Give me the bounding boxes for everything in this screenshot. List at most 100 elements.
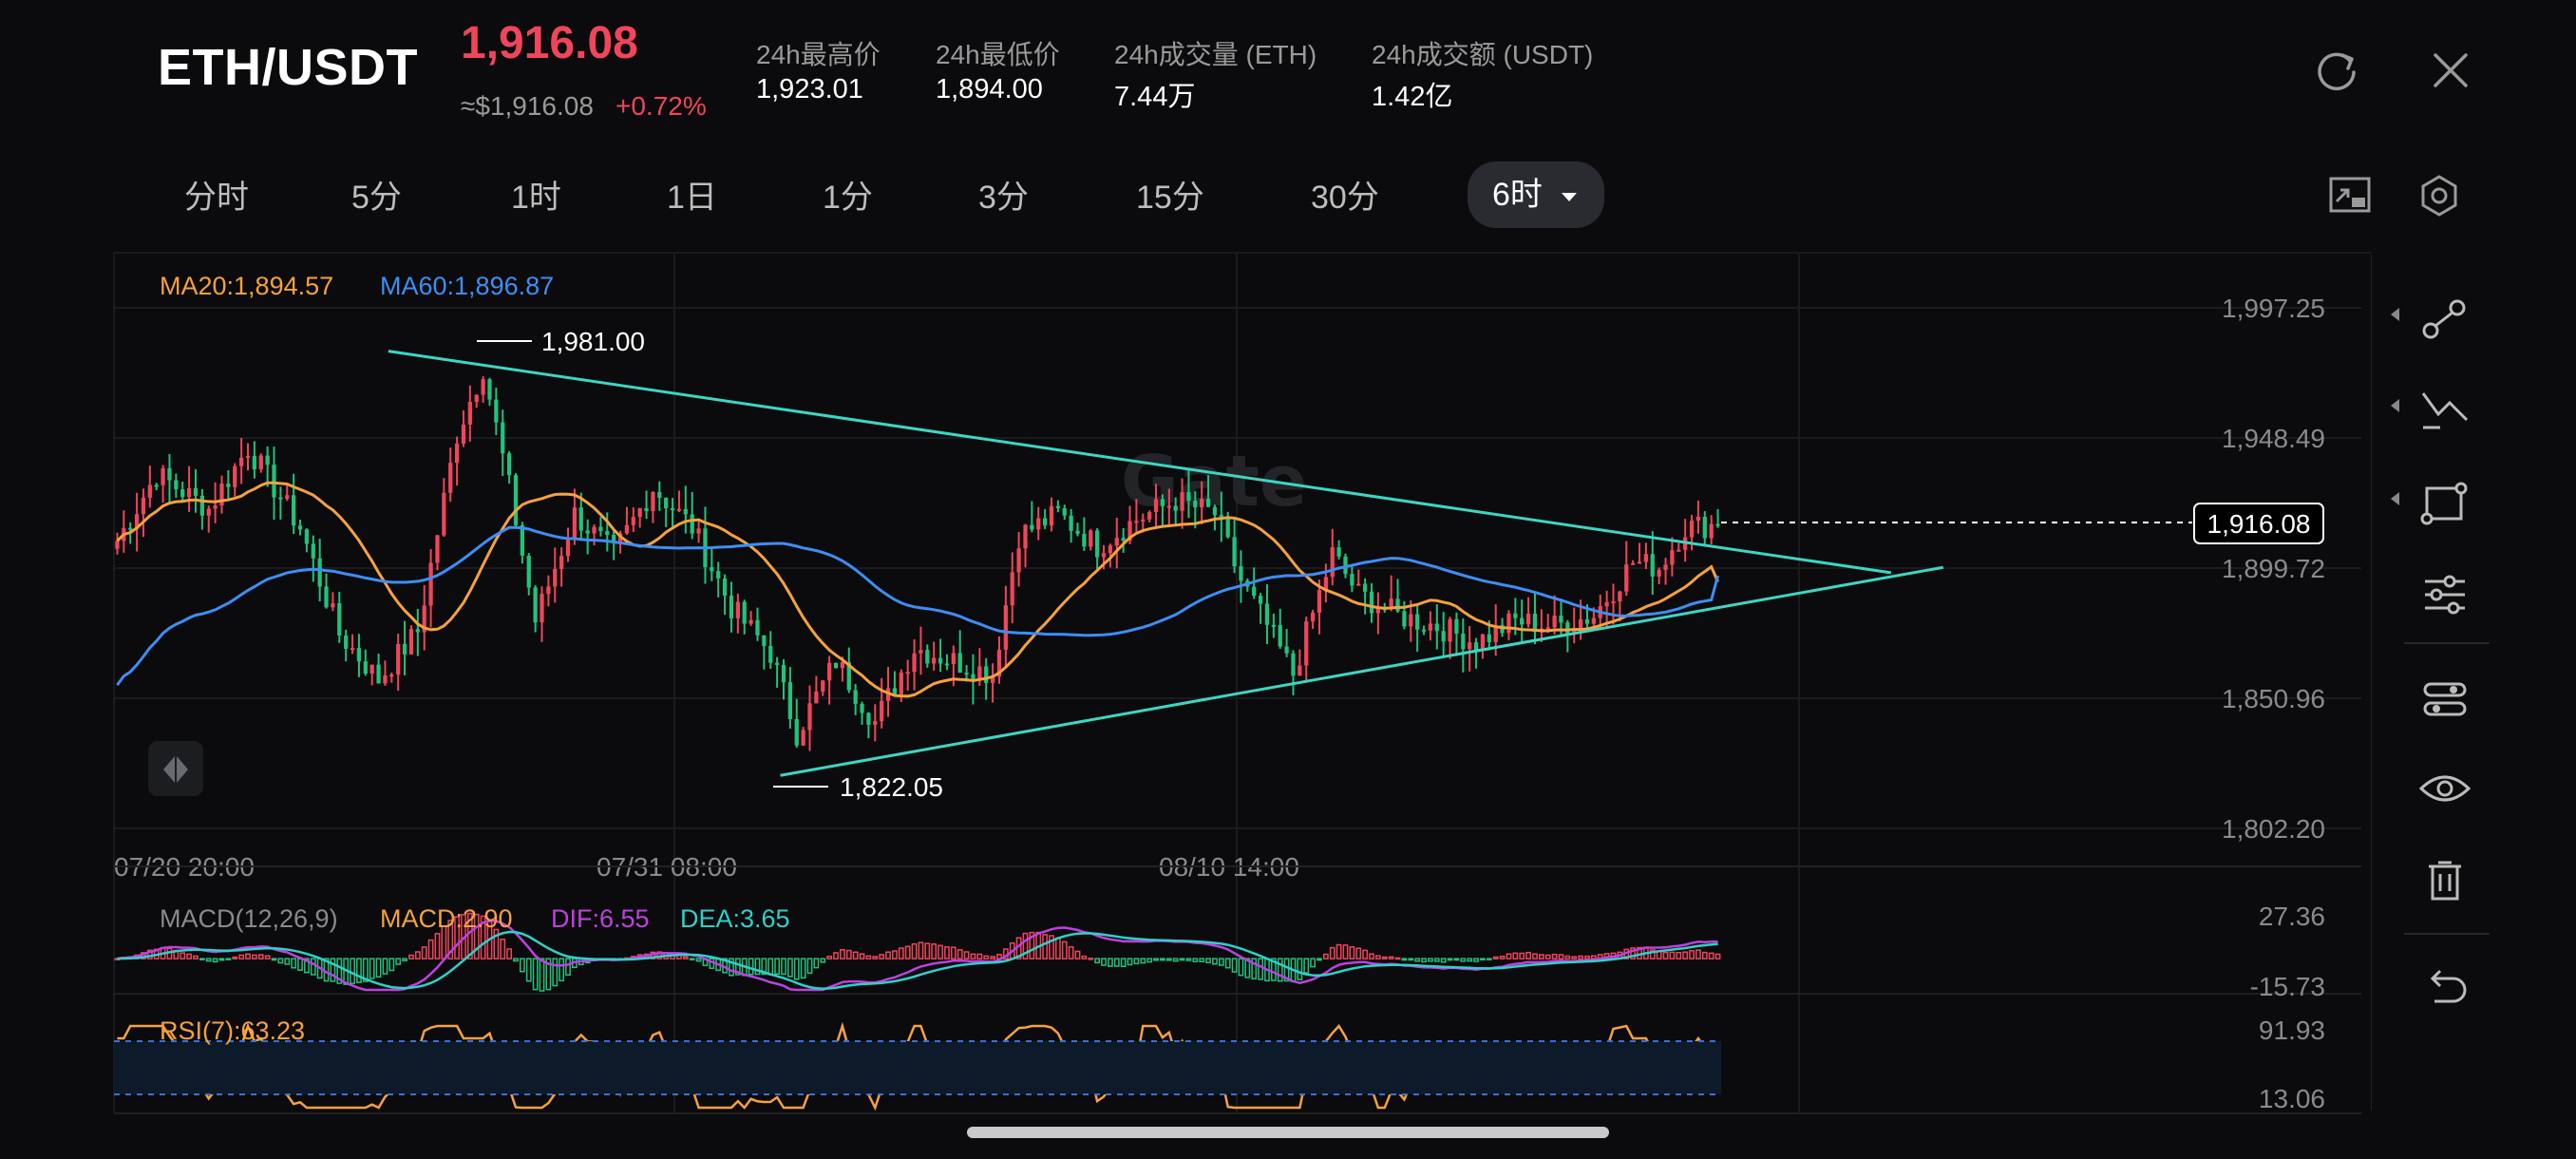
candle-body bbox=[1291, 653, 1296, 676]
trash-icon[interactable] bbox=[2412, 849, 2478, 910]
tab-timeframe[interactable]: 1时 bbox=[511, 175, 561, 220]
candle-body bbox=[174, 480, 179, 490]
candle-body bbox=[1264, 603, 1270, 625]
fibonacci-tool-icon[interactable] bbox=[2412, 380, 2478, 441]
candle-body bbox=[487, 379, 492, 400]
candle-body bbox=[1402, 611, 1407, 627]
candle-body bbox=[748, 619, 753, 624]
home-indicator[interactable] bbox=[967, 1127, 1609, 1138]
tab-timeframe[interactable]: 1分 bbox=[823, 175, 873, 220]
stat-high-label: 24h最高价 bbox=[756, 40, 881, 69]
ma60-legend: MA60:1,896.87 bbox=[380, 272, 554, 300]
tab-timeframe[interactable]: 30分 bbox=[1311, 175, 1379, 220]
y-axis-tick: 1,850.96 bbox=[2222, 684, 2325, 713]
refresh-icon[interactable] bbox=[2308, 42, 2365, 99]
tab-timeframe[interactable]: 3分 bbox=[978, 175, 1029, 220]
stat-high-value: 1,923.01 bbox=[756, 74, 863, 104]
undo-icon[interactable] bbox=[2412, 958, 2478, 1018]
auto-scroll-button[interactable] bbox=[148, 741, 203, 796]
candle-body bbox=[1369, 591, 1374, 614]
candle-body bbox=[1108, 545, 1113, 554]
candle-body bbox=[932, 657, 937, 664]
tab-timeframe[interactable]: 5分 bbox=[351, 175, 402, 220]
candle-body bbox=[624, 524, 630, 534]
stat-low-value: 1,894.00 bbox=[936, 74, 1043, 104]
candle-body bbox=[1604, 601, 1609, 607]
candle-body bbox=[716, 571, 721, 579]
candle-body bbox=[1036, 518, 1041, 530]
candle-body bbox=[180, 489, 185, 498]
indicator-settings-icon[interactable] bbox=[2412, 564, 2478, 625]
candle-body bbox=[350, 648, 355, 651]
candle-body bbox=[1624, 564, 1629, 592]
candle-body bbox=[1715, 523, 1720, 526]
tab-timeframe[interactable]: 1日 bbox=[667, 175, 717, 220]
macd-bar bbox=[218, 958, 225, 961]
settings-icon[interactable] bbox=[2413, 169, 2466, 222]
macd-bar bbox=[1401, 958, 1408, 961]
candle-body bbox=[115, 541, 120, 549]
lock-drawing-icon[interactable] bbox=[2412, 669, 2478, 730]
candle-body bbox=[1030, 524, 1034, 530]
candle-body bbox=[742, 601, 747, 624]
candle-body bbox=[553, 568, 558, 587]
candle-body bbox=[533, 587, 538, 623]
candle-body bbox=[506, 453, 512, 476]
candle-body bbox=[226, 484, 231, 487]
candle-body bbox=[193, 487, 199, 496]
macd-bar bbox=[225, 958, 232, 960]
close-icon[interactable] bbox=[2422, 42, 2479, 99]
tab-timeframe[interactable]: 15分 bbox=[1136, 175, 1204, 220]
candle-body bbox=[1193, 501, 1198, 508]
tab-timeframe-active[interactable]: 6时 bbox=[1468, 162, 1605, 228]
candle-body bbox=[317, 558, 322, 587]
candle-body bbox=[1611, 600, 1616, 603]
candle-body bbox=[415, 629, 420, 633]
candle-body bbox=[664, 497, 669, 508]
stat-turnover-label: 24h成交额 (USDT) bbox=[1372, 40, 1594, 69]
candle-body bbox=[1421, 629, 1427, 632]
candle-body bbox=[1141, 519, 1146, 522]
candle-body bbox=[912, 653, 917, 673]
high-marker-label: 1,981.00 bbox=[541, 327, 645, 356]
candle-body bbox=[821, 680, 825, 692]
timeframe-tabs: 分时 5分 1时 1日 1分 3分 15分 30分 6时 bbox=[0, 162, 2576, 228]
rsi-tick: 13.06 bbox=[2259, 1084, 2325, 1113]
candle-body bbox=[428, 562, 433, 606]
candle-body bbox=[1225, 518, 1230, 538]
candle-body bbox=[833, 662, 839, 669]
candle-body bbox=[128, 527, 133, 530]
candle-body bbox=[1147, 511, 1152, 520]
macd-bar bbox=[1408, 958, 1414, 961]
candle-body bbox=[1461, 634, 1466, 650]
candle-body bbox=[161, 467, 165, 485]
candle-body bbox=[147, 484, 152, 498]
candle-body bbox=[787, 682, 793, 719]
candle-body bbox=[1180, 492, 1184, 511]
candle-body bbox=[1643, 554, 1649, 562]
candle-body bbox=[1232, 537, 1237, 567]
dea-value: DEA:3.65 bbox=[680, 904, 790, 933]
candle-body bbox=[1114, 538, 1119, 546]
candle-body bbox=[774, 662, 780, 665]
shape-tool-icon[interactable] bbox=[2412, 473, 2478, 534]
candle-body bbox=[1330, 547, 1335, 578]
candle-body bbox=[1657, 569, 1661, 577]
candle-body bbox=[494, 399, 499, 423]
candle-body bbox=[905, 672, 910, 674]
candle-body bbox=[866, 712, 871, 725]
chart-layout-icon[interactable] bbox=[2323, 169, 2377, 222]
macd-bar bbox=[1394, 957, 1401, 960]
candle-body bbox=[892, 688, 898, 694]
candle-body bbox=[1121, 538, 1126, 542]
pair-title[interactable]: ETH/USDT bbox=[158, 38, 418, 97]
tab-timeframe[interactable]: 分时 bbox=[184, 175, 249, 220]
trendline-tool-icon[interactable] bbox=[2412, 289, 2478, 350]
price-chart[interactable]: Gate MA20:1,894.57 MA60:1,896.87 1,997.2… bbox=[0, 249, 2371, 1123]
candle-body bbox=[1186, 492, 1191, 502]
eye-icon[interactable] bbox=[2412, 758, 2478, 819]
candle-body bbox=[344, 635, 349, 649]
candle-body bbox=[957, 653, 962, 674]
candle-body bbox=[801, 730, 805, 746]
candle-body bbox=[1166, 505, 1171, 508]
